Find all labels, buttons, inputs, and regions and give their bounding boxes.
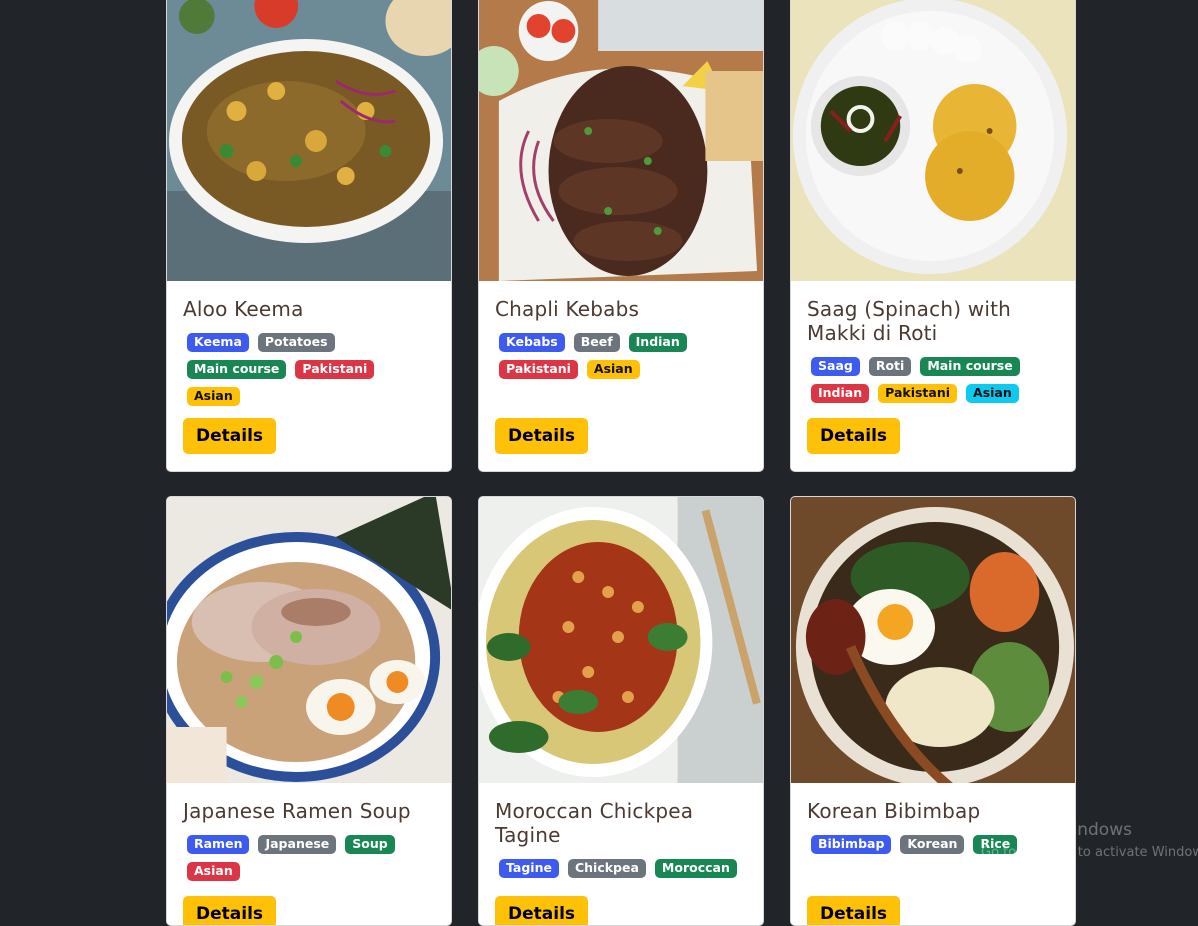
recipe-photo [791, 497, 1075, 783]
recipe-photo [167, 0, 451, 281]
tag-badge: Tagine [499, 859, 559, 878]
recipe-photo [479, 0, 763, 281]
card-body: Saag (Spinach) with Makki di Roti Saag R… [791, 281, 1075, 423]
tag-badge: Korean [900, 835, 965, 854]
tag-badge: Moroccan [654, 859, 737, 878]
recipe-title: Chapli Kebabs [495, 297, 640, 321]
tag-badge: Pakistani [878, 384, 958, 403]
tag-badge: Pakistani [295, 360, 375, 379]
tag-badge: Pakistani [499, 360, 578, 379]
tag-list: Kebabs Beef Indian Pakistani Asian [495, 329, 749, 383]
tag-badge: Japanese [258, 835, 337, 854]
tag-badge: Soup [345, 835, 395, 854]
recipe-card: Aloo Keema Keema Potatoes Main course Pa… [166, 0, 452, 472]
details-button[interactable]: Details [807, 418, 901, 454]
tag-badge: Beef [573, 333, 620, 352]
recipe-card: Moroccan Chickpea Tagine Tagine Chickpea… [478, 496, 764, 926]
tag-badge: Ramen [187, 835, 250, 854]
tag-badge: Indian [628, 333, 687, 352]
recipe-photo [167, 497, 451, 783]
recipe-title: Japanese Ramen Soup [183, 799, 411, 823]
details-button[interactable]: Details [183, 418, 277, 454]
recipe-title: Moroccan Chickpea Tagine [495, 799, 694, 847]
recipe-title: Aloo Keema [183, 297, 304, 321]
recipe-photo [791, 0, 1075, 281]
recipe-photo [479, 497, 763, 783]
card-body: Chapli Kebabs Kebabs Beef Indian Pakista… [479, 281, 763, 399]
recipe-card: Japanese Ramen Soup Ramen Japanese Soup … [166, 496, 452, 926]
tag-badge: Saag [811, 357, 860, 376]
tag-badge: Kebabs [499, 333, 565, 352]
details-button[interactable]: Details [495, 418, 589, 454]
activate-windows-title: Activate Windows [981, 820, 1132, 840]
tag-badge: Main course [187, 360, 287, 379]
card-body: Japanese Ramen Soup Ramen Japanese Soup … [167, 783, 451, 901]
activate-windows-subtitle: Go to Settings to activate Windows. [981, 845, 1198, 860]
tag-list: Tagine Chickpea Moroccan [495, 855, 749, 882]
tag-badge: Indian [811, 384, 870, 403]
tag-badge: Asian [187, 862, 240, 881]
tag-badge: Bibimbap [811, 835, 892, 854]
tag-badge: Asian [187, 387, 240, 406]
recipe-grid: Aloo Keema Keema Potatoes Main course Pa… [0, 0, 1198, 926]
recipe-card: Saag (Spinach) with Makki di Roti Saag R… [790, 0, 1076, 472]
tag-badge: Asian [966, 384, 1019, 403]
details-button[interactable]: Details [807, 896, 901, 925]
tag-badge: Chickpea [567, 859, 646, 878]
card-body: Moroccan Chickpea Tagine Tagine Chickpea… [479, 783, 763, 898]
tag-list: Saag Roti Main course Indian Pakistani A… [807, 353, 1061, 407]
details-button[interactable]: Details [183, 896, 277, 925]
card-body: Aloo Keema Keema Potatoes Main course Pa… [167, 281, 451, 426]
recipe-card: Chapli Kebabs Kebabs Beef Indian Pakista… [478, 0, 764, 472]
details-button[interactable]: Details [495, 896, 589, 925]
tag-badge: Keema [187, 333, 249, 352]
recipe-title: Saag (Spinach) with Makki di Roti [807, 297, 1012, 345]
tag-list: Keema Potatoes Main course Pakistani Asi… [183, 329, 437, 410]
tag-badge: Main course [920, 357, 1020, 376]
tag-list: Ramen Japanese Soup Asian [183, 831, 437, 885]
tag-badge: Asian [586, 360, 640, 379]
tag-badge: Potatoes [257, 333, 335, 352]
tag-badge: Roti [868, 357, 912, 376]
recipe-card: Korean Bibimbap Bibimbap Korean Rice Det… [790, 496, 1076, 926]
